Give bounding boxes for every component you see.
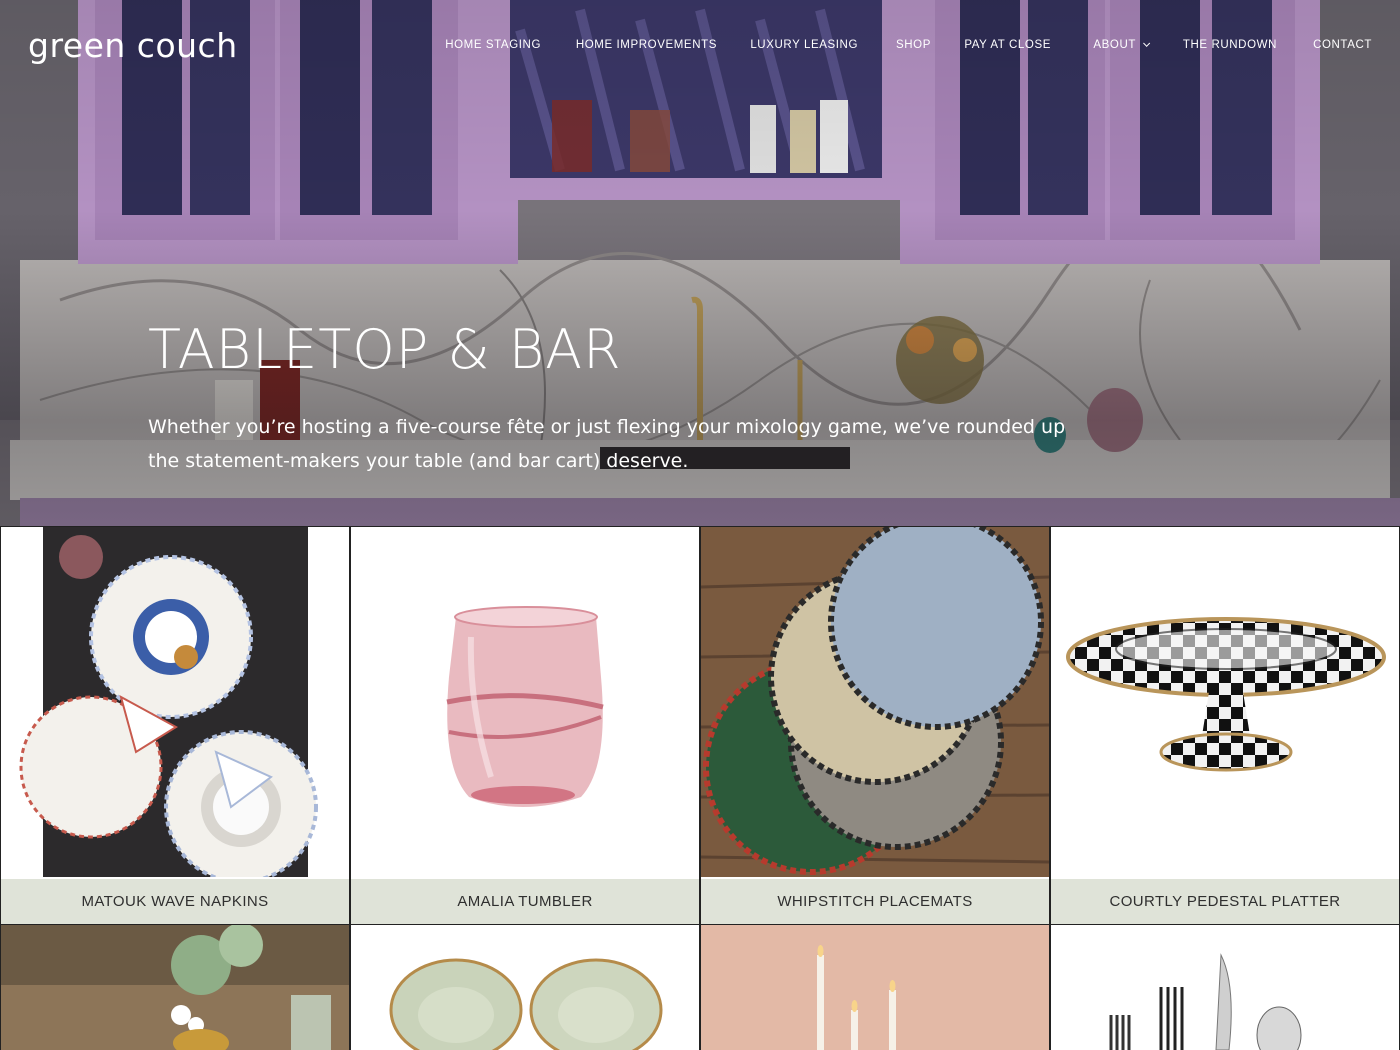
product-card[interactable] (1051, 925, 1399, 1050)
product-card-courtly-pedestal-platter[interactable]: COURTLY PEDESTAL PLATTER (1051, 527, 1399, 924)
nav-shop[interactable]: SHOP (896, 39, 931, 51)
tumbler-image (446, 606, 604, 807)
product-image[interactable] (1, 925, 349, 1050)
nav-the-rundown[interactable]: THE RUNDOWN (1183, 39, 1277, 51)
product-card-whipstitch-placemats[interactable]: WHIPSTITCH PLACEMATS (701, 527, 1049, 924)
nav-luxury-leasing[interactable]: LUXURY LEASING (750, 39, 858, 51)
candles-image (701, 925, 1049, 1050)
product-card[interactable] (351, 925, 699, 1050)
product-name[interactable]: AMALIA TUMBLER (351, 879, 699, 924)
page-title: TABLETOP & BAR (148, 318, 622, 381)
product-card[interactable] (1, 925, 349, 1050)
product-image[interactable] (351, 925, 699, 1050)
product-image[interactable] (1051, 527, 1399, 877)
platter-image (1066, 617, 1386, 772)
product-card-matouk-wave-napkins[interactable]: MATOUK WAVE NAPKINS (1, 527, 349, 924)
product-card-amalia-tumbler[interactable]: AMALIA TUMBLER (351, 527, 699, 924)
product-name[interactable]: COURTLY PEDESTAL PLATTER (1051, 879, 1399, 924)
placemats-image (701, 527, 1049, 877)
nav-about-label: ABOUT (1093, 39, 1136, 51)
product-image[interactable] (1051, 925, 1399, 1050)
nav-home-staging[interactable]: HOME STAGING (445, 39, 541, 51)
nav-contact[interactable]: CONTACT (1313, 39, 1372, 51)
hero-banner: green couch HOME STAGING HOME IMPROVEMEN… (0, 0, 1400, 526)
napkins-image (19, 527, 318, 877)
product-image[interactable] (351, 527, 699, 877)
nav-home-improvements[interactable]: HOME IMPROVEMENTS (576, 39, 717, 51)
table-setting-image (1, 925, 349, 1050)
product-image[interactable] (1, 527, 349, 877)
product-grid: MATOUK WAVE NAPKINS AMALIA TUMBLER WHIPS… (0, 526, 1400, 1050)
nav-pay-at-close[interactable]: PAY AT CLOSE (964, 39, 1051, 51)
logo[interactable]: green couch (28, 26, 238, 65)
page-subtitle: Whether you’re hosting a five-course fêt… (148, 416, 1066, 472)
product-image[interactable] (701, 527, 1049, 877)
product-card[interactable] (701, 925, 1049, 1050)
flatware-image (1051, 925, 1399, 1050)
plates-image (351, 925, 699, 1050)
nav-about[interactable]: ABOUT (1093, 39, 1151, 51)
product-name[interactable]: WHIPSTITCH PLACEMATS (701, 879, 1049, 924)
product-image[interactable] (701, 925, 1049, 1050)
product-name[interactable]: MATOUK WAVE NAPKINS (1, 879, 349, 924)
